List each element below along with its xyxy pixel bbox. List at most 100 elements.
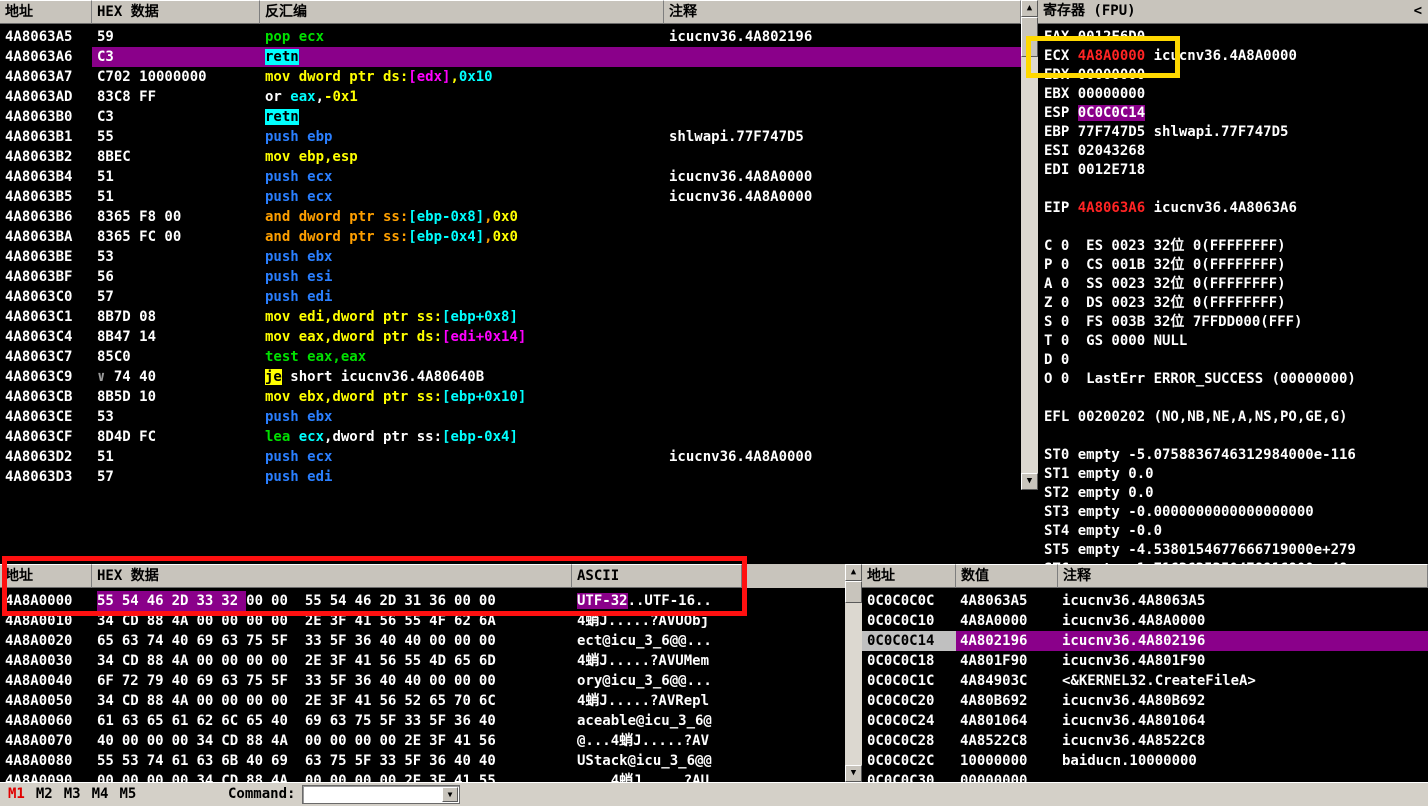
- register-line[interactable]: [1038, 180, 1428, 199]
- register-line[interactable]: ST0 empty -5.0758836746312984000e-116: [1038, 446, 1428, 465]
- register-line[interactable]: S 0 FS 003B 32位 7FFDD000(FFF): [1038, 313, 1428, 332]
- stack-row[interactable]: 0C0C0C30 00000000: [862, 771, 1428, 782]
- disasm-row[interactable]: 4A8063B6 8365 F8 00 and dword ptr ss:[ebp-…: [0, 207, 1021, 227]
- disasm-row[interactable]: 4A8063A5 59 pop ecx icucnv36.4A802196: [0, 27, 1021, 47]
- dump-row[interactable]: 4A8A0020 65 63 74 40 69 63 75 5F 33 5F 36 40 40 00 00 00…: [0, 631, 845, 651]
- stack-col-header-value[interactable]: 数值: [956, 564, 1058, 588]
- stack-row[interactable]: 0C0C0C0C 4A8063A5 icucnv36.4A8063A5: [862, 591, 1428, 611]
- register-line[interactable]: [1038, 389, 1428, 408]
- scroll-down-button[interactable]: ▼: [1021, 473, 1038, 490]
- register-line[interactable]: EAX 0012F6D0: [1038, 28, 1428, 47]
- disasm-row[interactable]: 4A8063CE 53 push ebx: [0, 407, 1021, 427]
- disasm-row[interactable]: 4A8063CB 8B5D 10 mov ebx,dword ptr ss:[ebp…: [0, 387, 1021, 407]
- disasm-row[interactable]: 4A8063A7 C702 10000000 mov dword ptr ds:[e…: [0, 67, 1021, 87]
- dump-row[interactable]: 4A8A0090 00 00 00 00 34 CD 88 4A 00 00 00 00 2E 3F 41 55…: [0, 771, 845, 782]
- stack-row[interactable]: 0C0C0C28 4A8522C8 icucnv36.4A8522C8: [862, 731, 1428, 751]
- stack-row[interactable]: 0C0C0C18 4A801F90 icucnv36.4A801F90: [862, 651, 1428, 671]
- register-line[interactable]: EBP 77F747D5 shlwapi.77F747D5: [1038, 123, 1428, 142]
- disasm-row[interactable]: 4A8063BA 8365 FC 00 and dword ptr ss:[ebp-…: [0, 227, 1021, 247]
- disasm-row[interactable]: 4A8063A6 C3 retn: [0, 47, 1021, 67]
- register-line[interactable]: C 0 ES 0023 32位 0(FFFFFFFF): [1038, 237, 1428, 256]
- disasm-row[interactable]: 4A8063C0 57 push edi: [0, 287, 1021, 307]
- disasm-row[interactable]: 4A8063CF 8D4D FC lea ecx,dword ptr ss:[ebp…: [0, 427, 1021, 447]
- hex-cell: 8365 FC 00: [97, 229, 182, 245]
- register-line[interactable]: [1038, 218, 1428, 237]
- stack-row[interactable]: 0C0C0C1C 4A84903C <&KERNEL32.CreateFileA>: [862, 671, 1428, 691]
- disasm-row[interactable]: 4A8063B1 55 push ebp shlwapi.77F747D5: [0, 127, 1021, 147]
- window-tab-M5[interactable]: M5: [119, 786, 136, 802]
- dump-scroll-down-button[interactable]: ▼: [845, 765, 862, 782]
- register-line[interactable]: ESP 0C0C0C14: [1038, 104, 1428, 123]
- register-line[interactable]: ESI 02043268: [1038, 142, 1428, 161]
- register-line[interactable]: ST3 empty -0.0000000000000000000: [1038, 503, 1428, 522]
- dump-col-header-address[interactable]: 地址: [0, 564, 92, 588]
- register-line[interactable]: Z 0 DS 0023 32位 0(FFFFFFFF): [1038, 294, 1428, 313]
- register-line[interactable]: EDX 00000000: [1038, 66, 1428, 85]
- register-line[interactable]: EIP 4A8063A6 icucnv36.4A8063A6: [1038, 199, 1428, 218]
- dump-row[interactable]: 4A8A0050 34 CD 88 4A 00 00 00 00 2E 3F 41 56 52 65 70 6C…: [0, 691, 845, 711]
- register-line[interactable]: O 0 LastErr ERROR_SUCCESS (00000000): [1038, 370, 1428, 389]
- register-line[interactable]: T 0 GS 0000 NULL: [1038, 332, 1428, 351]
- registers-collapse-icon[interactable]: <: [1414, 0, 1422, 22]
- dump-row[interactable]: 4A8A0070 40 00 00 00 34 CD 88 4A 00 00 00 00 2E 3F 41 56…: [0, 731, 845, 751]
- disasm-row[interactable]: 4A8063C4 8B47 14 mov eax,dword ptr ds:[edi…: [0, 327, 1021, 347]
- disasm-row[interactable]: 4A8063C1 8B7D 08 mov edi,dword ptr ss:[ebp…: [0, 307, 1021, 327]
- dump-scrollbar-thumb[interactable]: [845, 581, 862, 603]
- window-tab-M4[interactable]: M4: [92, 786, 109, 802]
- disasm-row[interactable]: 4A8063B2 8BEC mov ebp,esp: [0, 147, 1021, 167]
- disasm-row[interactable]: 4A8063B0 C3 retn: [0, 107, 1021, 127]
- disasm-row[interactable]: 4A8063B5 51 push ecx icucnv36.4A8A0000: [0, 187, 1021, 207]
- disasm-row[interactable]: 4A8063BF 56 push esi: [0, 267, 1021, 287]
- combo-dropdown-button[interactable]: ▼: [442, 787, 458, 802]
- register-line[interactable]: EFL 00200202 (NO,NB,NE,A,NS,PO,GE,G): [1038, 408, 1428, 427]
- disasm-row[interactable]: 4A8063C7 85C0 test eax,eax: [0, 347, 1021, 367]
- stack-row[interactable]: 0C0C0C2C 10000000 baiducn.10000000: [862, 751, 1428, 771]
- dump-row[interactable]: 4A8A0030 34 CD 88 4A 00 00 00 00 2E 3F 41 56 55 4D 65 6D…: [0, 651, 845, 671]
- register-line[interactable]: ST2 empty 0.0: [1038, 484, 1428, 503]
- disasm-row[interactable]: 4A8063B4 51 push ecx icucnv36.4A8A0000: [0, 167, 1021, 187]
- command-combobox[interactable]: ▼: [302, 785, 460, 804]
- address-cell: 0C0C0C20: [867, 693, 935, 709]
- stack-col-header-address[interactable]: 地址: [862, 564, 956, 588]
- register-line[interactable]: ECX 4A8A0000 icucnv36.4A8A0000: [1038, 47, 1428, 66]
- stack-row[interactable]: 0C0C0C24 4A801064 icucnv36.4A801064: [862, 711, 1428, 731]
- stack-row[interactable]: 0C0C0C20 4A80B692 icucnv36.4A80B692: [862, 691, 1428, 711]
- window-tab-M3[interactable]: M3: [64, 786, 81, 802]
- disasm-row[interactable]: 4A8063AD 83C8 FF or eax,-0x1: [0, 87, 1021, 107]
- disasm-col-header-disassembly[interactable]: 反汇编: [260, 0, 664, 24]
- disasm-col-header-address[interactable]: 地址: [0, 0, 92, 24]
- dump-row[interactable]: 4A8A0080 55 53 74 61 63 6B 40 69 63 75 5F 33 5F 36 40 40…: [0, 751, 845, 771]
- disasm-row[interactable]: 4A8063BE 53 push ebx: [0, 247, 1021, 267]
- dump-row[interactable]: 4A8A0000 55 54 46 2D 33 32 00 00 55 54 46 2D 31 36 00 00…: [0, 591, 845, 611]
- register-line[interactable]: EBX 00000000: [1038, 85, 1428, 104]
- disasm-col-header-hexdata[interactable]: HEX 数据: [92, 0, 260, 24]
- disasm-row[interactable]: 4A8063C9 ∨ 74 40 je short icucnv36.4A80640…: [0, 367, 1021, 387]
- window-tab-M1[interactable]: M1: [8, 786, 25, 802]
- stack-row[interactable]: 0C0C0C10 4A8A0000 icucnv36.4A8A0000: [862, 611, 1428, 631]
- disasm-row[interactable]: 4A8063D3 57 push edi: [0, 467, 1021, 487]
- register-line[interactable]: A 0 SS 0023 32位 0(FFFFFFFF): [1038, 275, 1428, 294]
- dump-row[interactable]: 4A8A0060 61 63 65 61 62 6C 65 40 69 63 75 5F 33 5F 36 40…: [0, 711, 845, 731]
- window-tab-M2[interactable]: M2: [36, 786, 53, 802]
- register-line[interactable]: ST5 empty -4.5380154677666719000e+279: [1038, 541, 1428, 560]
- register-line[interactable]: P 0 CS 001B 32位 0(FFFFFFFF): [1038, 256, 1428, 275]
- disasm-row[interactable]: 4A8063D2 51 push ecx icucnv36.4A8A0000: [0, 447, 1021, 467]
- hex-bytes-cell: 34 CD 88 4A 00 00 00 00 2E 3F 41 56 55 4D 65 6D: [97, 651, 575, 671]
- register-line[interactable]: EDI 0012E718: [1038, 161, 1428, 180]
- register-line[interactable]: ST1 empty 0.0: [1038, 465, 1428, 484]
- dump-row[interactable]: 4A8A0040 6F 72 79 40 69 63 75 5F 33 5F 36 40 40 00 00 00…: [0, 671, 845, 691]
- disasm-col-header-comment[interactable]: 注释: [664, 0, 1021, 24]
- dump-scroll-up-button[interactable]: ▲: [845, 564, 862, 581]
- stack-row[interactable]: 0C0C0C14 4A802196 icucnv36.4A802196: [862, 631, 1428, 651]
- dump-col-header-hexdata[interactable]: HEX 数据: [92, 564, 572, 588]
- disassembly-scrollbar-thumb[interactable]: [1021, 17, 1038, 57]
- dump-scrollbar[interactable]: ▲ ▼: [845, 564, 862, 782]
- stack-col-header-comment[interactable]: 注释: [1058, 564, 1428, 588]
- dump-col-header-ascii[interactable]: ASCII: [572, 564, 742, 588]
- dump-row[interactable]: 4A8A0010 34 CD 88 4A 00 00 00 00 2E 3F 41 56 55 4F 62 6A…: [0, 611, 845, 631]
- register-line[interactable]: ST4 empty -0.0: [1038, 522, 1428, 541]
- disassembly-scrollbar[interactable]: ▲ ▼: [1021, 0, 1038, 490]
- register-line[interactable]: [1038, 427, 1428, 446]
- scroll-up-button[interactable]: ▲: [1021, 0, 1038, 17]
- register-line[interactable]: D 0: [1038, 351, 1428, 370]
